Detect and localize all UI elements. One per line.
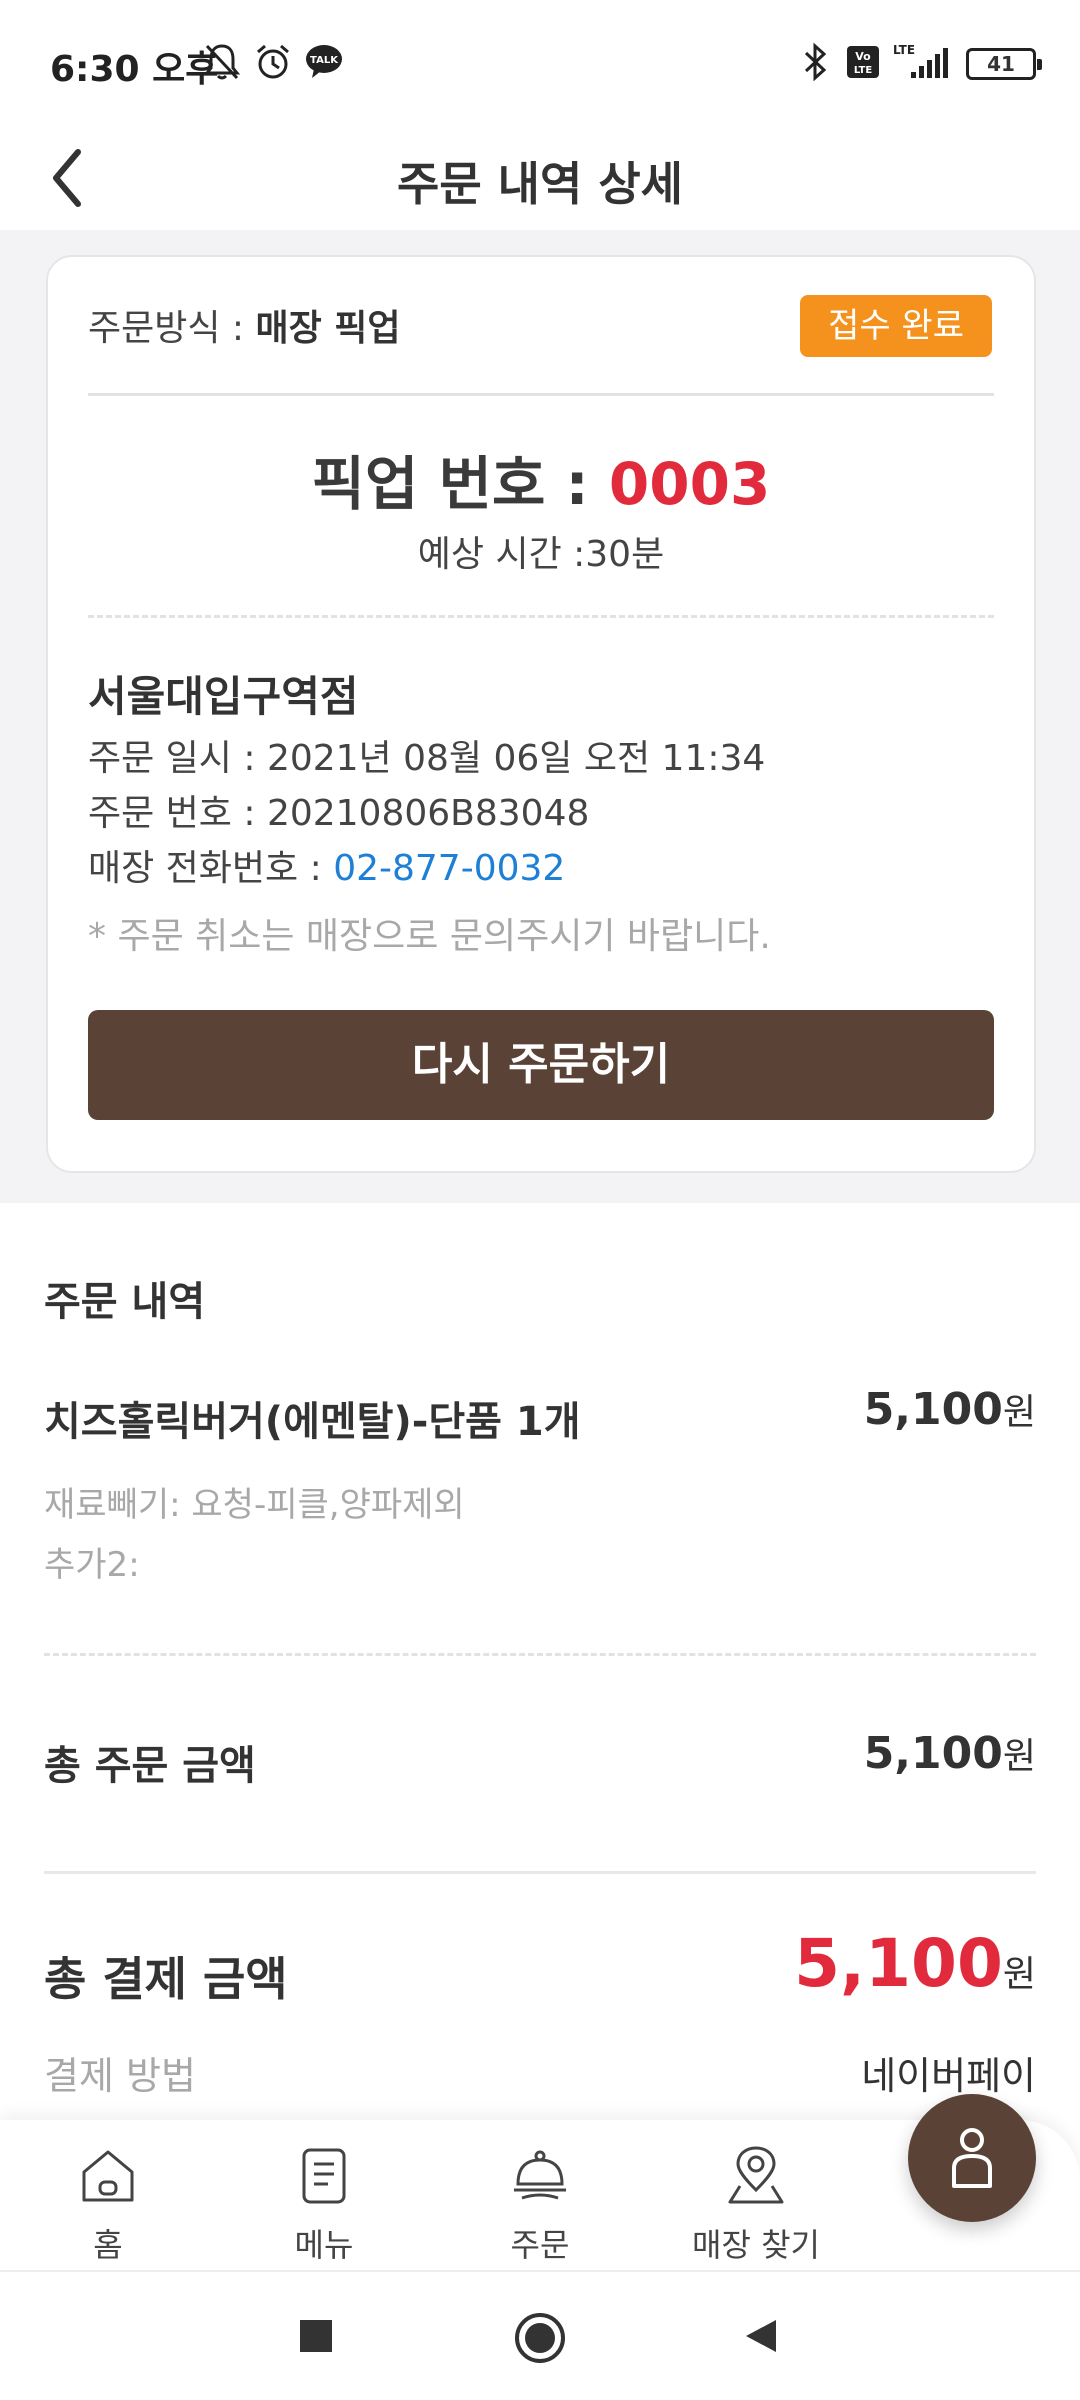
battery-icon: 41 — [966, 48, 1042, 80]
nav-item-order[interactable]: 주문 — [432, 2144, 648, 2266]
status-badge: 접수 완료 — [800, 295, 992, 357]
payment-method-label: 결제 방법 — [44, 2054, 196, 2098]
system-nav-bar — [0, 2270, 1080, 2400]
profile-fab-button[interactable] — [908, 2094, 1036, 2222]
currency-label: 원 — [1002, 1392, 1036, 1433]
kakaotalk-icon: TALK — [306, 45, 342, 78]
order-summary-card: 주문방식 : 매장 픽업 접수 완료 픽업 번호 : 0003 예상 시간 :3… — [46, 255, 1036, 1173]
card-dashed-divider — [88, 615, 994, 618]
item-option: 추가2: — [44, 1545, 140, 1585]
nav-item-menu[interactable]: 메뉴 — [216, 2144, 432, 2266]
section-dashed-divider — [44, 1653, 1036, 1656]
svg-text:LTE: LTE — [893, 43, 915, 57]
alarm-icon — [257, 44, 289, 79]
menu-clipboard-icon — [302, 2148, 346, 2204]
total-order-label: 총 주문 금액 — [44, 1743, 256, 1789]
mute-bell-icon — [203, 44, 241, 80]
reorder-button[interactable]: 다시 주문하기 — [88, 1010, 994, 1120]
total-order-value: 5,100 — [863, 1728, 1003, 1779]
order-method: 주문방식 : 매장 픽업 — [88, 299, 401, 351]
pickup-label: 픽업 번호 : — [311, 450, 609, 518]
map-pin-icon — [728, 2146, 784, 2204]
home-circle-icon[interactable] — [512, 2310, 568, 2366]
estimated-time: 예상 시간 :30분 — [417, 534, 665, 575]
total-order-price: 5,100원 — [864, 1727, 1036, 1779]
status-time: 6:30 오후 — [50, 49, 219, 90]
item-name: 치즈홀릭버거(에멘탈)-단품 1개 — [44, 1399, 581, 1445]
currency-label: 원 — [1002, 1954, 1036, 1995]
page-header: 주문 내역 상세 — [0, 130, 1080, 230]
lte-signal-icon: LTE — [893, 43, 948, 78]
order-cloche-icon — [514, 2150, 566, 2200]
order-method-label: 주문방식 : — [88, 308, 256, 349]
nav-item-store-finder[interactable]: 매장 찾기 — [648, 2144, 864, 2266]
user-profile-icon — [952, 2128, 992, 2188]
item-price: 5,100원 — [864, 1383, 1036, 1435]
currency-label: 원 — [1002, 1736, 1036, 1777]
order-number: 주문 번호 : 20210806B83048 — [88, 793, 590, 834]
store-phone-label: 매장 전화번호 : — [88, 848, 334, 889]
back-triangle-icon[interactable] — [740, 2316, 780, 2356]
page-title: 주문 내역 상세 — [397, 157, 683, 211]
nav-item-home[interactable]: 홈 — [0, 2144, 216, 2266]
order-method-value: 매장 픽업 — [255, 308, 401, 349]
volte-icon: Vo LTE — [847, 46, 879, 78]
order-date: 주문 일시 : 2021년 08월 06일 오전 11:34 — [88, 738, 766, 779]
home-icon — [82, 2150, 134, 2202]
nav-item-label: 메뉴 — [294, 2226, 354, 2264]
store-name: 서울대입구역점 — [88, 672, 359, 721]
recents-square-icon[interactable] — [296, 2316, 336, 2356]
nav-item-label: 홈 — [93, 2226, 123, 2264]
svg-text:Vo: Vo — [855, 50, 871, 63]
order-details-section: 주문 내역 치즈홀릭버거(에멘탈)-단품 1개 5,100원 재료빼기: 요청-… — [0, 1203, 1080, 2203]
section-title: 주문 내역 — [44, 1279, 206, 1325]
status-bar: 6:30 오후 TALK Vo LTE LTE 41 — [0, 0, 1080, 130]
nav-item-label: 주문 — [510, 2226, 570, 2264]
item-price-value: 5,100 — [863, 1384, 1003, 1435]
payment-total-value: 5,100 — [794, 1925, 1003, 2002]
bluetooth-icon — [804, 42, 827, 82]
pickup-number: 픽업 번호 : 0003 — [48, 437, 1034, 521]
item-option: 재료빼기: 요청-피클,양파제외 — [44, 1485, 465, 1525]
svg-text:LTE: LTE — [854, 65, 873, 76]
store-phone: 매장 전화번호 : 02-877-0032 — [88, 839, 565, 891]
store-phone-link[interactable]: 02-877-0032 — [333, 848, 565, 889]
payment-method-value: 네이버페이 — [861, 2054, 1036, 2098]
cancel-note: * 주문 취소는 매장으로 문의주시기 바랍니다. — [88, 916, 771, 957]
svg-text:TALK: TALK — [310, 55, 339, 66]
payment-total-label: 총 결제 금액 — [44, 1952, 288, 2006]
section-divider — [44, 1871, 1036, 1874]
payment-total-price: 5,100원 — [794, 1925, 1036, 2002]
card-divider — [88, 393, 994, 396]
pickup-number-value: 0003 — [608, 450, 771, 518]
nav-item-label: 매장 찾기 — [692, 2226, 820, 2264]
